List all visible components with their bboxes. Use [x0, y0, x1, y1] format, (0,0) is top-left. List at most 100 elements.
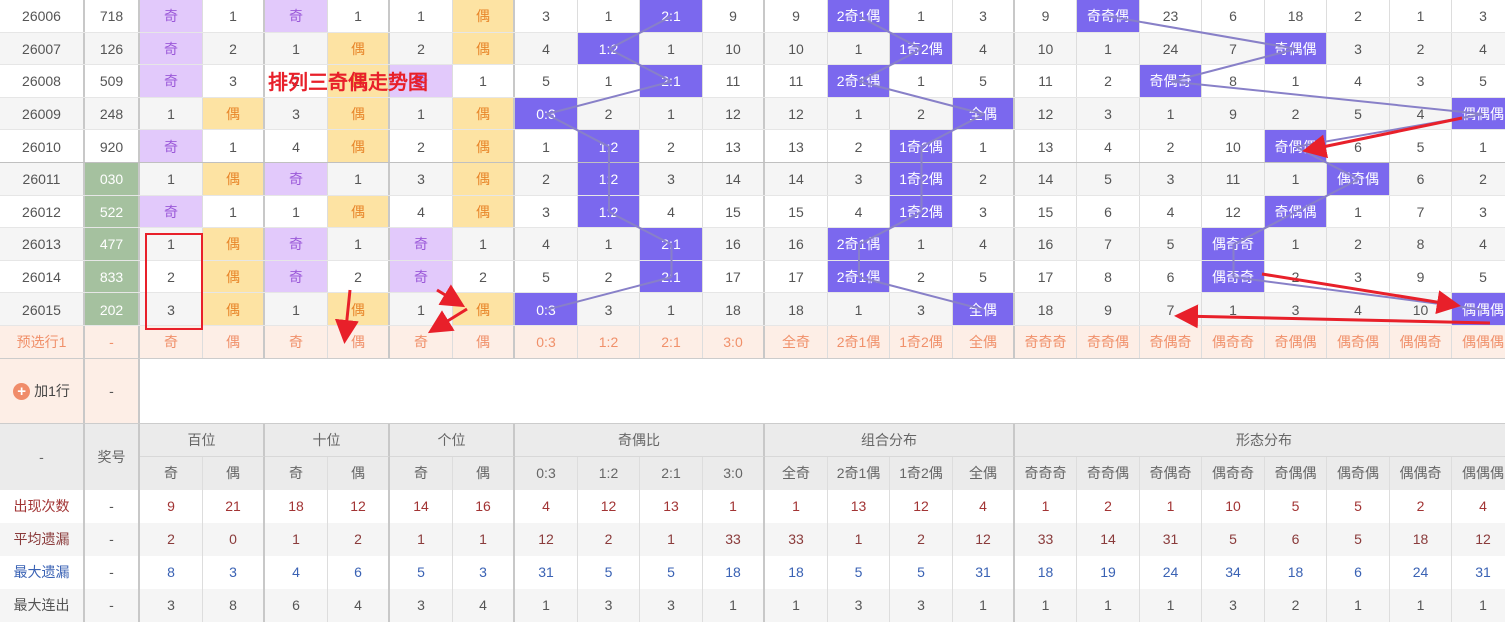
stat-value: 4 — [265, 555, 328, 589]
header-sub-column: 2奇1偶 — [828, 456, 890, 490]
miss-count-cell: 1 — [140, 163, 203, 196]
miss-count-cell: 1 — [390, 97, 453, 131]
preselect-option[interactable]: 奇 — [390, 326, 453, 359]
header-sub-column: 偶 — [328, 456, 390, 490]
miss-count-cell: 4 — [640, 195, 703, 229]
miss-count-cell: 1 — [578, 0, 640, 33]
miss-count-cell: 4 — [1452, 228, 1505, 261]
stat-value: 12 — [890, 489, 953, 523]
header-draw-number: 奖号 — [85, 423, 140, 490]
preselect-option[interactable]: 偶偶奇 — [1390, 326, 1452, 359]
stat-value: 1 — [390, 522, 453, 556]
miss-count-cell: 1 — [265, 32, 328, 66]
preselect-option[interactable]: 奇偶偶 — [1265, 326, 1327, 359]
stat-value: 12 — [578, 489, 640, 523]
hit-cell: 1:2 — [578, 130, 640, 163]
miss-count-cell: 2 — [953, 163, 1015, 196]
miss-count-cell: 3 — [578, 293, 640, 326]
miss-count-cell: 13 — [765, 130, 828, 163]
preselect-option[interactable]: 3:0 — [703, 326, 765, 359]
preselect-option[interactable]: 奇奇奇 — [1015, 326, 1077, 359]
stat-value: 1 — [1390, 588, 1452, 622]
preselect-option[interactable]: 1:2 — [578, 326, 640, 359]
stat-label: 最大连出 — [0, 588, 85, 622]
preselect-option[interactable]: 奇 — [265, 326, 328, 359]
stat-label: 最大遗漏 — [0, 555, 85, 589]
header-sub-column: 1奇2偶 — [890, 456, 953, 490]
hit-cell: 偶 — [203, 97, 265, 131]
miss-count-cell: 2 — [890, 97, 953, 131]
miss-count-cell: 12 — [765, 97, 828, 131]
preselect-option[interactable]: 0:3 — [515, 326, 578, 359]
hit-cell: 奇 — [140, 195, 203, 229]
miss-count-cell: 1 — [203, 195, 265, 229]
header-sub-column: 0:3 — [515, 456, 578, 490]
stat-value: 14 — [1077, 522, 1140, 556]
preselect-option[interactable]: 偶 — [328, 326, 390, 359]
miss-count-cell: 1 — [453, 228, 515, 261]
preselect-option[interactable]: 偶 — [203, 326, 265, 359]
miss-count-cell: 5 — [1452, 65, 1505, 98]
preselect-option[interactable]: 全奇 — [765, 326, 828, 359]
miss-count-cell: 2 — [1327, 0, 1390, 33]
stat-value: 1 — [453, 522, 515, 556]
miss-count-cell: 4 — [1452, 32, 1505, 66]
hit-cell: 2奇1偶 — [828, 0, 890, 33]
stat-value: 12 — [515, 522, 578, 556]
preselect-option[interactable]: 奇偶奇 — [1140, 326, 1202, 359]
hit-cell: 偶 — [328, 97, 390, 131]
miss-count-cell: 3 — [640, 163, 703, 196]
miss-count-cell: 3 — [890, 293, 953, 326]
stat-value: 2 — [1265, 588, 1327, 622]
stat-value: 18 — [1265, 555, 1327, 589]
draw-number-cell: 718 — [85, 0, 140, 33]
miss-count-cell: 2 — [515, 163, 578, 196]
header-sub-column: 奇 — [140, 456, 203, 490]
add-row-button[interactable]: + 加1行 — [0, 358, 85, 424]
hit-cell: 偶偶偶 — [1452, 293, 1505, 326]
draw-number-cell: 509 — [85, 65, 140, 98]
hit-cell: 奇 — [265, 0, 328, 33]
stat-value: 1 — [1452, 588, 1505, 622]
miss-count-cell: 5 — [515, 260, 578, 294]
preselect-option[interactable]: 1奇2偶 — [890, 326, 953, 359]
miss-count-cell: 1 — [1265, 163, 1327, 196]
preselect-option[interactable]: 偶 — [453, 326, 515, 359]
stat-value: 3 — [640, 588, 703, 622]
miss-count-cell: 1 — [890, 65, 953, 98]
hit-cell: 1奇2偶 — [890, 32, 953, 66]
miss-count-cell: 2 — [1327, 228, 1390, 261]
header-group: 组合分布 — [765, 423, 1015, 457]
stat-value: 3 — [140, 588, 203, 622]
miss-count-cell: 11 — [1015, 65, 1077, 98]
preselect-option[interactable]: 全偶 — [953, 326, 1015, 359]
preselect-option[interactable]: 2:1 — [640, 326, 703, 359]
header-sub-column: 偶 — [453, 456, 515, 490]
stat-value: 13 — [828, 489, 890, 523]
hit-cell: 奇 — [140, 130, 203, 163]
preselect-option[interactable]: 偶偶偶 — [1452, 326, 1505, 359]
issue-cell: 26014 — [0, 260, 85, 294]
miss-count-cell: 1 — [1077, 32, 1140, 66]
miss-count-cell: 7 — [1077, 228, 1140, 261]
hit-cell: 偶偶偶 — [1452, 97, 1505, 131]
preselect-option[interactable]: 偶奇偶 — [1327, 326, 1390, 359]
preselect-option[interactable]: 奇奇偶 — [1077, 326, 1140, 359]
stat-value: 3 — [1202, 588, 1265, 622]
preselect-option[interactable]: 2奇1偶 — [828, 326, 890, 359]
preselect-number: - — [85, 326, 140, 359]
miss-count-cell: 10 — [1015, 32, 1077, 66]
header-sub-column: 奇 — [265, 456, 328, 490]
miss-count-cell: 17 — [1015, 260, 1077, 294]
miss-count-cell: 1 — [1390, 0, 1452, 33]
preselect-option[interactable]: 偶奇奇 — [1202, 326, 1265, 359]
stat-value: 3 — [828, 588, 890, 622]
stat-value: 1 — [765, 588, 828, 622]
stat-value: 12 — [1452, 522, 1505, 556]
stat-value: 6 — [1265, 522, 1327, 556]
preselect-option[interactable]: 奇 — [140, 326, 203, 359]
miss-count-cell: 2 — [1265, 97, 1327, 131]
annotation-highlight-box — [145, 233, 203, 330]
header-sub-column: 1:2 — [578, 456, 640, 490]
miss-count-cell: 1 — [328, 0, 390, 33]
